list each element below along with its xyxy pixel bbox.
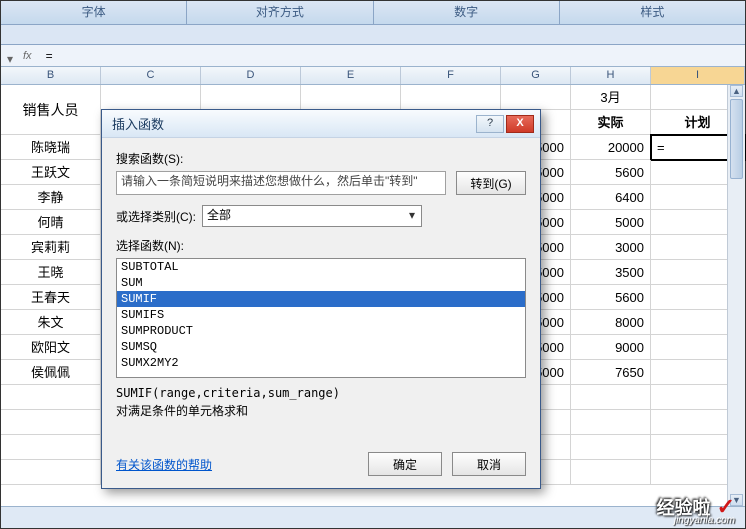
search-label: 搜索函数(S): bbox=[116, 150, 526, 167]
name-cell[interactable]: 宾莉莉 bbox=[1, 235, 101, 260]
function-item[interactable]: SUMX2MY2 bbox=[117, 355, 525, 371]
ribbon-tab-align[interactable]: 对齐方式 bbox=[187, 1, 373, 24]
status-bar bbox=[1, 506, 745, 528]
ribbon-spacer bbox=[1, 25, 745, 45]
ribbon-tab-style[interactable]: 样式 bbox=[560, 1, 745, 24]
cell[interactable] bbox=[201, 85, 301, 110]
name-cell[interactable]: 王跃文 bbox=[1, 160, 101, 185]
name-box-dropdown[interactable]: ▾ bbox=[7, 52, 15, 60]
name-cell[interactable]: 欧阳文 bbox=[1, 335, 101, 360]
cancel-button[interactable]: 取消 bbox=[452, 452, 526, 476]
name-cell[interactable]: 王春天 bbox=[1, 285, 101, 310]
col-header-c[interactable]: C bbox=[101, 67, 201, 84]
go-button[interactable]: 转到(G) bbox=[456, 171, 526, 195]
cell[interactable] bbox=[571, 385, 651, 410]
dialog-titlebar[interactable]: 插入函数 ? X bbox=[102, 110, 540, 138]
function-item[interactable]: SUMSQ bbox=[117, 339, 525, 355]
cell[interactable] bbox=[501, 85, 571, 110]
cell[interactable] bbox=[571, 460, 651, 485]
vertical-scrollbar[interactable]: ▲ ▼ bbox=[727, 85, 745, 506]
dialog-title: 插入函数 bbox=[112, 114, 476, 133]
cell[interactable] bbox=[1, 435, 101, 460]
col-header-g[interactable]: G bbox=[501, 67, 571, 84]
cell[interactable] bbox=[101, 85, 201, 110]
ok-button[interactable]: 确定 bbox=[368, 452, 442, 476]
function-description-text: 对满足条件的单元格求和 bbox=[116, 402, 526, 419]
category-select[interactable]: 全部 bbox=[202, 205, 422, 227]
fx-label[interactable]: fx bbox=[19, 50, 36, 62]
col-header-b[interactable]: B bbox=[1, 67, 101, 84]
close-button[interactable]: X bbox=[506, 115, 534, 133]
category-label: 或选择类别(C): bbox=[116, 208, 196, 225]
value-cell-h[interactable]: 9000 bbox=[571, 335, 651, 360]
value-cell-h[interactable]: 5600 bbox=[571, 285, 651, 310]
month-header[interactable]: 3月 bbox=[571, 85, 651, 110]
actual-header[interactable]: 实际 bbox=[571, 110, 651, 135]
ribbon-tab-number[interactable]: 数字 bbox=[374, 1, 560, 24]
function-item[interactable]: SUM bbox=[117, 275, 525, 291]
insert-function-dialog: 插入函数 ? X 搜索函数(S): 请输入一条简短说明来描述您想做什么，然后单击… bbox=[101, 109, 541, 489]
value-cell-h[interactable]: 3000 bbox=[571, 235, 651, 260]
function-description: SUMIF(range,criteria,sum_range) 对满足条件的单元… bbox=[116, 386, 526, 434]
scroll-thumb[interactable] bbox=[730, 99, 743, 179]
ribbon-tab-font[interactable]: 字体 bbox=[1, 1, 187, 24]
cell[interactable] bbox=[401, 85, 501, 110]
name-cell[interactable]: 侯佩佩 bbox=[1, 360, 101, 385]
function-list[interactable]: SUBTOTALSUMSUMIFSUMIFSSUMPRODUCTSUMSQSUM… bbox=[116, 258, 526, 378]
function-item[interactable]: SUBTOTAL bbox=[117, 259, 525, 275]
col-header-f[interactable]: F bbox=[401, 67, 501, 84]
value-cell-h[interactable]: 6400 bbox=[571, 185, 651, 210]
col-header-e[interactable]: E bbox=[301, 67, 401, 84]
name-cell[interactable]: 王晓 bbox=[1, 260, 101, 285]
cell[interactable] bbox=[301, 85, 401, 110]
function-signature: SUMIF(range,criteria,sum_range) bbox=[116, 386, 526, 400]
scroll-up-arrow[interactable]: ▲ bbox=[730, 85, 743, 97]
column-headers: B C D E F G H I bbox=[1, 67, 745, 85]
name-cell[interactable]: 李静 bbox=[1, 185, 101, 210]
value-cell-h[interactable]: 8000 bbox=[571, 310, 651, 335]
value-cell-h[interactable]: 5600 bbox=[571, 160, 651, 185]
col-header-d[interactable]: D bbox=[201, 67, 301, 84]
help-button[interactable]: ? bbox=[476, 115, 504, 133]
name-cell[interactable]: 陈晓瑞 bbox=[1, 135, 101, 160]
cell[interactable] bbox=[571, 435, 651, 460]
cell[interactable] bbox=[1, 410, 101, 435]
help-link[interactable]: 有关该函数的帮助 bbox=[116, 456, 212, 473]
formula-bar: ▾ fx = bbox=[1, 45, 745, 67]
col-header-h[interactable]: H bbox=[571, 67, 651, 84]
function-list-label: 选择函数(N): bbox=[116, 237, 526, 254]
value-cell-h[interactable]: 20000 bbox=[571, 135, 651, 160]
function-item[interactable]: SUMPRODUCT bbox=[117, 323, 525, 339]
value-cell-h[interactable]: 5000 bbox=[571, 210, 651, 235]
dialog-body: 搜索函数(S): 请输入一条简短说明来描述您想做什么，然后单击"转到" 转到(G… bbox=[102, 138, 540, 488]
formula-value[interactable]: = bbox=[46, 49, 53, 63]
cell[interactable] bbox=[1, 385, 101, 410]
function-item[interactable]: SUMIFS bbox=[117, 307, 525, 323]
cell[interactable] bbox=[571, 410, 651, 435]
search-input[interactable]: 请输入一条简短说明来描述您想做什么，然后单击"转到" bbox=[116, 171, 446, 195]
cell[interactable] bbox=[1, 460, 101, 485]
value-cell-h[interactable]: 3500 bbox=[571, 260, 651, 285]
name-cell[interactable]: 何晴 bbox=[1, 210, 101, 235]
watermark-url: jingyanla.com bbox=[674, 515, 735, 526]
value-cell-h[interactable]: 7650 bbox=[571, 360, 651, 385]
ribbon: 字体 对齐方式 数字 样式 bbox=[1, 1, 745, 25]
col-header-i[interactable]: I bbox=[651, 67, 745, 84]
function-item[interactable]: SUMIF bbox=[117, 291, 525, 307]
sales-person-header[interactable]: 销售人员 bbox=[1, 85, 101, 135]
name-cell[interactable]: 朱文 bbox=[1, 310, 101, 335]
